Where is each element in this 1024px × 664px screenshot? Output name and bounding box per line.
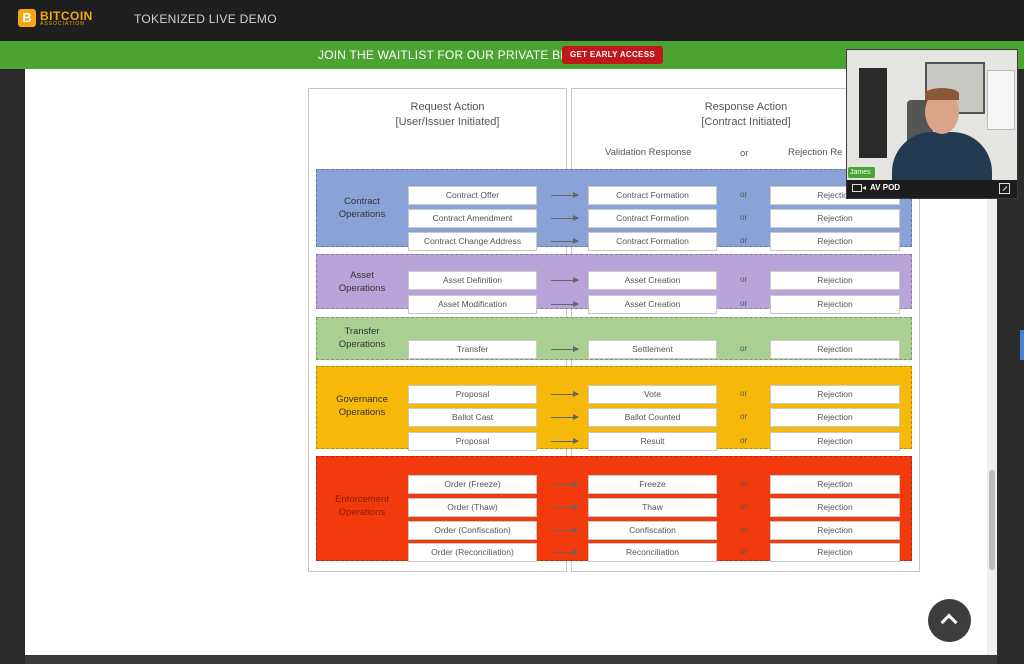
flow-arrow bbox=[551, 549, 579, 555]
camera-icon[interactable] bbox=[852, 184, 866, 192]
banner-text: JOIN THE WAITLIST FOR OUR PRIVATE BETA bbox=[318, 48, 584, 62]
flow-arrow bbox=[551, 414, 579, 420]
or-label: or bbox=[740, 236, 748, 245]
video-feed[interactable]: James bbox=[847, 50, 1017, 180]
validation-response-label: Validation Response bbox=[605, 147, 692, 158]
page-title: TOKENIZED LIVE DEMO bbox=[134, 12, 277, 26]
validation-response-box: Confiscation bbox=[588, 521, 717, 540]
request-action-box: Contract Change Address bbox=[408, 232, 537, 251]
pod-label: AV POD bbox=[870, 183, 901, 192]
validation-response-box: Contract Formation bbox=[588, 232, 717, 251]
contract-operations-label: Contract Operations bbox=[338, 196, 386, 220]
rejection-response-box: Rejection bbox=[770, 432, 900, 451]
request-header: Request Action [User/Issuer Initiated] bbox=[395, 101, 500, 128]
flow-arrow bbox=[551, 346, 579, 352]
expand-icon[interactable] bbox=[999, 183, 1010, 194]
bottom-edge bbox=[25, 655, 997, 664]
rejection-response-box: Rejection bbox=[770, 475, 900, 494]
transfer-operations-label: Transfer Operations bbox=[338, 326, 386, 350]
video-controls: AV POD bbox=[847, 180, 1017, 198]
enforcement-operations-label: Enforcement Operations bbox=[335, 494, 389, 518]
rejection-response-box: Rejection bbox=[770, 295, 900, 314]
or-label: or bbox=[740, 525, 748, 534]
request-action-box: Asset Definition bbox=[408, 271, 537, 290]
scrollbar-thumb[interactable] bbox=[989, 470, 995, 570]
request-action-box: Asset Modification bbox=[408, 295, 537, 314]
validation-response-box: Freeze bbox=[588, 475, 717, 494]
validation-response-box: Thaw bbox=[588, 498, 717, 517]
or-label: or bbox=[740, 190, 748, 199]
asset-operations-label: Asset Operations bbox=[338, 270, 386, 294]
request-action-box: Order (Thaw) bbox=[408, 498, 537, 517]
or-label: or bbox=[740, 344, 748, 353]
or-label: or bbox=[740, 502, 748, 511]
or-label: or bbox=[740, 547, 748, 556]
rejection-response-box: Rejection bbox=[770, 385, 900, 404]
rejection-response-box: Rejection bbox=[770, 543, 900, 562]
or-label: or bbox=[740, 479, 748, 488]
request-action-box: Contract Amendment bbox=[408, 209, 537, 228]
get-early-access-button[interactable]: GET EARLY ACCESS bbox=[562, 46, 663, 64]
or-label: or bbox=[740, 389, 748, 398]
validation-response-box: Settlement bbox=[588, 340, 717, 359]
validation-response-box: Asset Creation bbox=[588, 295, 717, 314]
or-header-label: or bbox=[740, 148, 749, 159]
flow-arrow bbox=[551, 238, 579, 244]
flow-arrow bbox=[551, 301, 579, 307]
rejection-response-box: Rejection bbox=[770, 209, 900, 228]
request-action-box: Proposal bbox=[408, 385, 537, 404]
chevron-up-icon bbox=[940, 613, 958, 631]
rejection-response-box: Rejection bbox=[770, 340, 900, 359]
validation-response-box: Reconciliation bbox=[588, 543, 717, 562]
scroll-to-top-button[interactable] bbox=[928, 599, 971, 642]
validation-response-box: Result bbox=[588, 432, 717, 451]
request-action-box: Proposal bbox=[408, 432, 537, 451]
rejection-response-box: Rejection bbox=[770, 232, 900, 251]
flow-arrow bbox=[551, 391, 579, 397]
validation-response-box: Vote bbox=[588, 385, 717, 404]
or-label: or bbox=[740, 299, 748, 308]
request-action-box: Transfer bbox=[408, 340, 537, 359]
flow-arrow bbox=[551, 504, 579, 510]
flow-arrow bbox=[551, 481, 579, 487]
flow-arrow bbox=[551, 277, 579, 283]
flow-arrow bbox=[551, 215, 579, 221]
validation-response-box: Contract Formation bbox=[588, 186, 717, 205]
flow-arrow bbox=[551, 192, 579, 198]
side-edge-tab[interactable] bbox=[1020, 330, 1024, 360]
validation-response-box: Contract Formation bbox=[588, 209, 717, 228]
speaker-name-tag: James bbox=[848, 167, 875, 178]
operations-diagram: Request Action [User/Issuer Initiated] R… bbox=[308, 88, 920, 572]
request-action-box: Ballot Cast bbox=[408, 408, 537, 427]
request-action-box: Contract Offer bbox=[408, 186, 537, 205]
video-panel[interactable]: James AV POD bbox=[846, 49, 1018, 199]
rejection-response-box: Rejection bbox=[770, 521, 900, 540]
or-label: or bbox=[740, 275, 748, 284]
request-action-box: Order (Reconciliation) bbox=[408, 543, 537, 562]
response-header: Response Action [Contract Initiated] bbox=[701, 101, 791, 128]
rejection-response-box: Rejection bbox=[770, 271, 900, 290]
bitcoin-association-logo[interactable]: B BITCOIN ASSOCIATION bbox=[18, 9, 93, 27]
validation-response-box: Asset Creation bbox=[588, 271, 717, 290]
top-bar: B BITCOIN ASSOCIATION TOKENIZED LIVE DEM… bbox=[0, 0, 1024, 41]
flow-arrow bbox=[551, 438, 579, 444]
or-label: or bbox=[740, 213, 748, 222]
bitcoin-logo-icon: B bbox=[18, 9, 36, 27]
logo-main-text: BITCOIN bbox=[40, 8, 93, 23]
request-action-box: Order (Confiscation) bbox=[408, 521, 537, 540]
rejection-response-box: Rejection bbox=[770, 408, 900, 427]
rejection-response-box: Rejection bbox=[770, 498, 900, 517]
or-label: or bbox=[740, 412, 748, 421]
rejection-response-label: Rejection Re bbox=[788, 147, 843, 158]
validation-response-box: Ballot Counted bbox=[588, 408, 717, 427]
flow-arrow bbox=[551, 527, 579, 533]
or-label: or bbox=[740, 436, 748, 445]
governance-operations-label: Governance Operations bbox=[336, 394, 388, 418]
request-action-box: Order (Freeze) bbox=[408, 475, 537, 494]
